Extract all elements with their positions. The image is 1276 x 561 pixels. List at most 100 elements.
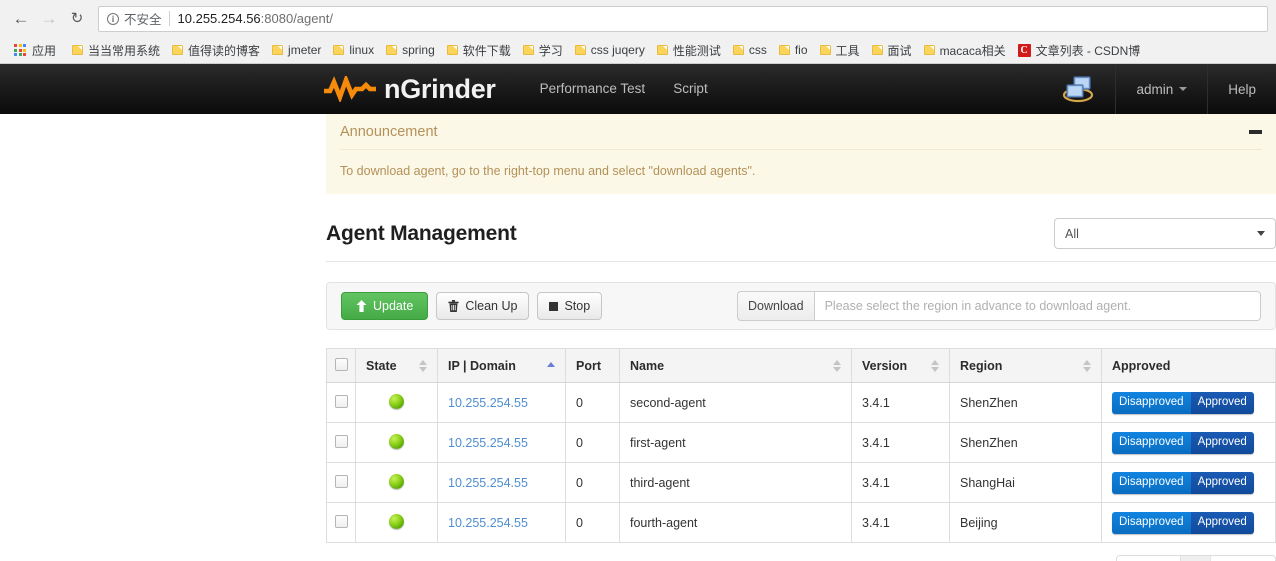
help-link[interactable]: Help xyxy=(1207,64,1276,114)
bookmark-label: 值得读的博客 xyxy=(188,43,261,58)
update-button-label: Update xyxy=(373,299,414,313)
bookmark-label: 学习 xyxy=(538,43,563,58)
port-value: 0 xyxy=(576,395,583,410)
pagination-page-1[interactable]: 1 xyxy=(1181,556,1212,561)
bookmark-item[interactable]: spring xyxy=(380,40,441,60)
bookmark-item[interactable]: 工具 xyxy=(814,40,866,60)
name-cell: fourth-agent xyxy=(619,502,852,543)
ip-link[interactable]: 10.255.254.55 xyxy=(448,516,528,530)
bookmark-item[interactable]: 当当常用系统 xyxy=(66,40,166,60)
disapproved-option[interactable]: Disapproved xyxy=(1112,431,1191,454)
cleanup-button-label: Clean Up xyxy=(465,299,518,313)
green-orb-icon xyxy=(389,513,404,529)
forward-icon[interactable]: → xyxy=(36,6,62,32)
approved-option[interactable]: Approved xyxy=(1190,431,1254,454)
port-cell: 0 xyxy=(565,382,620,423)
navbar-right: admin Help xyxy=(1041,64,1276,114)
ip-link[interactable]: 10.255.254.55 xyxy=(448,396,528,410)
ip-cell: 10.255.254.55 xyxy=(437,382,566,423)
bookmark-item[interactable]: css juqery xyxy=(569,40,651,60)
table-row: 10.255.254.55 0 first-agent 3.4.1 ShenZhen Di… xyxy=(326,422,1276,463)
bookmark-label: spring xyxy=(402,43,435,57)
col-ip-domain[interactable]: IP | Domain xyxy=(437,348,566,383)
row-checkbox[interactable] xyxy=(334,474,348,488)
pagination-prev[interactable]: ← Prev xyxy=(1116,556,1182,561)
approve-toggle[interactable]: Disapproved Approved xyxy=(1112,391,1254,414)
folder-icon xyxy=(172,45,184,55)
download-region-input[interactable]: Please select the region in advance to d… xyxy=(813,291,1261,321)
approved-option[interactable]: Approved xyxy=(1190,391,1254,414)
bookmark-apps[interactable]: 应用 xyxy=(6,40,66,60)
download-button[interactable]: Download xyxy=(737,291,814,321)
col-name-label: Name xyxy=(630,358,665,373)
bookmark-item[interactable]: 软件下载 xyxy=(441,40,517,60)
region-cell: ShenZhen xyxy=(949,382,1102,423)
approved-option[interactable]: Approved xyxy=(1190,511,1254,534)
green-orb-icon xyxy=(389,473,404,489)
brand-logo-link[interactable]: nGrinder xyxy=(322,75,496,103)
cleanup-button[interactable]: Clean Up xyxy=(436,292,530,320)
name-cell: third-agent xyxy=(619,462,852,503)
disapproved-option[interactable]: Disapproved xyxy=(1112,511,1191,534)
disapproved-option[interactable]: Disapproved xyxy=(1112,391,1191,414)
col-state[interactable]: State xyxy=(355,348,438,383)
bookmark-item[interactable]: C 文章列表 - CSDN博 xyxy=(1012,40,1147,60)
approved-option[interactable]: Approved xyxy=(1190,471,1254,494)
pagination-next[interactable]: Next → xyxy=(1211,556,1275,561)
folder-icon xyxy=(732,45,744,55)
col-region[interactable]: Region xyxy=(949,348,1102,383)
bookmark-item[interactable]: 面试 xyxy=(866,40,918,60)
col-select-all xyxy=(326,348,356,383)
download-group: Download Please select the region in adv… xyxy=(737,291,1261,321)
content-container: Announcement To download agent, go to th… xyxy=(326,114,1276,561)
reload-icon[interactable]: ↻ xyxy=(64,6,90,32)
region-value: ShangHai xyxy=(960,475,1015,490)
region-filter-value: All xyxy=(1065,226,1079,241)
ip-link[interactable]: 10.255.254.55 xyxy=(448,476,528,490)
region-filter-select[interactable]: All xyxy=(1054,218,1276,249)
agent-name: second-agent xyxy=(630,395,706,410)
stop-button[interactable]: Stop xyxy=(537,292,603,320)
page-body: Announcement To download agent, go to th… xyxy=(0,114,1276,561)
bookmark-item[interactable]: 性能测试 xyxy=(651,40,727,60)
row-checkbox[interactable] xyxy=(334,434,348,448)
approve-toggle[interactable]: Disapproved Approved xyxy=(1112,471,1254,494)
row-checkbox[interactable] xyxy=(334,394,348,408)
update-button[interactable]: Update xyxy=(341,292,429,320)
bookmark-item[interactable]: 值得读的博客 xyxy=(166,40,266,60)
bookmark-item[interactable]: 学习 xyxy=(517,40,569,60)
version-value: 3.4.1 xyxy=(862,515,890,530)
state-cell xyxy=(355,462,438,503)
user-menu[interactable]: admin xyxy=(1115,64,1207,114)
info-icon[interactable]: i xyxy=(107,12,119,25)
version-cell: 3.4.1 xyxy=(851,422,950,463)
folder-icon xyxy=(778,45,790,55)
nav-script[interactable]: Script xyxy=(659,64,722,114)
col-version[interactable]: Version xyxy=(851,348,950,383)
bookmark-item[interactable]: macaca相关 xyxy=(918,40,1012,60)
approve-toggle[interactable]: Disapproved Approved xyxy=(1112,511,1254,534)
version-value: 3.4.1 xyxy=(862,475,890,490)
ip-cell: 10.255.254.55 xyxy=(437,462,566,503)
agents-table-body: 10.255.254.55 0 second-agent 3.4.1 ShenZhen D… xyxy=(326,382,1276,543)
bookmark-item[interactable]: fio xyxy=(773,40,814,60)
row-checkbox[interactable] xyxy=(334,514,348,528)
back-icon[interactable]: ← xyxy=(8,6,34,32)
bookmark-item[interactable]: jmeter xyxy=(266,40,327,60)
minimize-icon[interactable] xyxy=(1249,130,1262,134)
table-row: 10.255.254.55 0 second-agent 3.4.1 ShenZhen D… xyxy=(326,382,1276,423)
col-port[interactable]: Port xyxy=(565,348,620,383)
col-name[interactable]: Name xyxy=(619,348,852,383)
select-all-checkbox[interactable] xyxy=(334,357,348,371)
col-approved-label: Approved xyxy=(1112,358,1171,373)
monitor-icon-cell[interactable] xyxy=(1041,64,1115,114)
bookmark-label: 工具 xyxy=(835,43,860,58)
nav-performance-test[interactable]: Performance Test xyxy=(526,64,660,114)
bookmark-item[interactable]: linux xyxy=(327,40,380,60)
bookmark-item[interactable]: css xyxy=(727,40,773,60)
approve-toggle[interactable]: Disapproved Approved xyxy=(1112,431,1254,454)
bookmark-label: 文章列表 - CSDN博 xyxy=(1035,43,1141,58)
ip-link[interactable]: 10.255.254.55 xyxy=(448,436,528,450)
disapproved-option[interactable]: Disapproved xyxy=(1112,471,1191,494)
address-bar[interactable]: i 不安全 10.255.254.56:8080/agent/ xyxy=(98,5,1268,32)
